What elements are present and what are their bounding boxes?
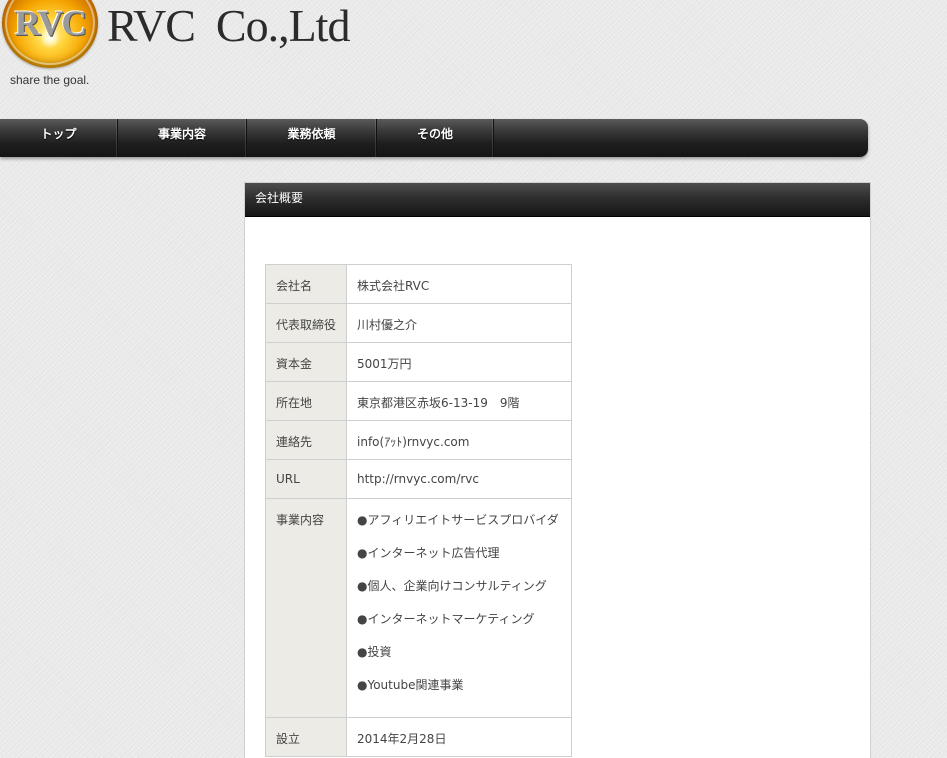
- row-label-company-name: 会社名: [265, 264, 347, 304]
- row-label-address: 所在地: [265, 381, 347, 421]
- nav-item-request[interactable]: 業務依頼: [247, 119, 377, 157]
- row-value-company-name: 株式会社RVC: [346, 264, 572, 304]
- company-name: RVC Co.,Ltd: [107, 0, 350, 51]
- nav-item-top[interactable]: トップ: [0, 119, 118, 157]
- business-item: ●投資: [357, 645, 392, 659]
- table-row: 設立 2014年2月28日: [265, 717, 572, 757]
- row-label-contact: 連絡先: [265, 420, 347, 460]
- table-row: 事業内容 ●アフィリエイトサービスプロバイダ ●インターネット広告代理 ●個人、…: [265, 498, 572, 718]
- company-logo-emblem[interactable]: RVC: [2, 0, 98, 68]
- row-value-url[interactable]: http://rnvyc.com/rvc: [346, 459, 572, 499]
- tagline: share the goal.: [10, 73, 90, 87]
- company-overview-panel: 会社概要 会社名 株式会社RVC 代表取締役 川村優之介 資本金 5001万円 …: [244, 182, 871, 758]
- row-value-contact: info(ｱｯﾄ)rnvyc.com: [346, 420, 572, 460]
- business-item: ●Youtube関連事業: [357, 678, 464, 692]
- panel-title: 会社概要: [245, 183, 870, 217]
- business-item: ●個人、企業向けコンサルティング: [357, 579, 547, 593]
- row-label-business: 事業内容: [265, 498, 347, 718]
- row-label-representative: 代表取締役: [265, 303, 347, 343]
- row-label-established: 設立: [265, 717, 347, 757]
- company-info-table: 会社名 株式会社RVC 代表取締役 川村優之介 資本金 5001万円 所在地 東…: [265, 264, 572, 757]
- table-row: URL http://rnvyc.com/rvc: [265, 459, 572, 499]
- nav-item-business[interactable]: 事業内容: [118, 119, 247, 157]
- business-list: ●アフィリエイトサービスプロバイダ ●インターネット広告代理 ●個人、企業向けコ…: [357, 511, 561, 709]
- emblem-text: RVC: [14, 3, 88, 43]
- business-item: ●インターネットマーケティング: [357, 612, 535, 626]
- row-value-representative: 川村優之介: [346, 303, 572, 343]
- row-value-established: 2014年2月28日: [346, 717, 572, 757]
- row-label-capital: 資本金: [265, 342, 347, 382]
- business-item: ●インターネット広告代理: [357, 546, 500, 560]
- table-row: 資本金 5001万円: [265, 342, 572, 382]
- row-value-capital: 5001万円: [346, 342, 572, 382]
- row-value-address: 東京都港区赤坂6-13-19 9階: [346, 381, 572, 421]
- table-row: 会社名 株式会社RVC: [265, 264, 572, 304]
- business-item: ●アフィリエイトサービスプロバイダ: [357, 513, 559, 527]
- main-nav: トップ 事業内容 業務依頼 その他: [0, 119, 868, 157]
- row-value-business: ●アフィリエイトサービスプロバイダ ●インターネット広告代理 ●個人、企業向けコ…: [346, 498, 572, 718]
- table-row: 連絡先 info(ｱｯﾄ)rnvyc.com: [265, 420, 572, 460]
- row-label-url: URL: [265, 459, 347, 499]
- nav-item-other[interactable]: その他: [377, 119, 494, 157]
- table-row: 代表取締役 川村優之介: [265, 303, 572, 343]
- table-row: 所在地 東京都港区赤坂6-13-19 9階: [265, 381, 572, 421]
